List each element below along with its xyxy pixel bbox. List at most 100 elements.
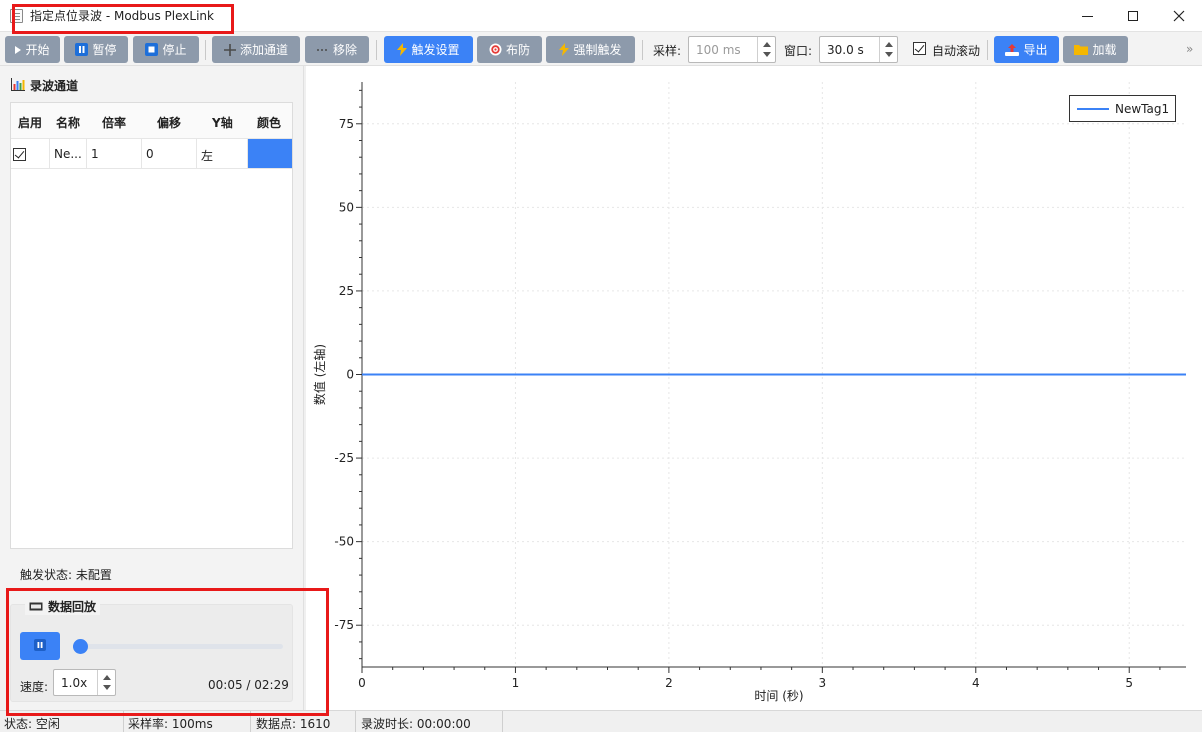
status-separator xyxy=(502,711,503,732)
speed-stepper[interactable] xyxy=(97,670,115,695)
y-tick-label: 25 xyxy=(339,284,354,298)
export-label: 导出 xyxy=(1023,43,1048,57)
status-separator xyxy=(123,711,124,732)
remove-label: 移除 xyxy=(332,43,357,57)
scale-cell[interactable]: 1 xyxy=(87,139,142,169)
x-tick-label: 3 xyxy=(819,676,827,690)
y-tick-label: -50 xyxy=(334,535,354,549)
table-row[interactable]: Ne... 1 0 左 xyxy=(11,139,292,169)
x-tick-label: 4 xyxy=(972,676,980,690)
trigger-settings-label: 触发设置 xyxy=(411,43,460,57)
lightning-icon xyxy=(559,43,570,56)
minimize-button[interactable] xyxy=(1064,0,1110,32)
start-label: 开始 xyxy=(25,43,50,57)
window-stepper[interactable] xyxy=(879,37,897,62)
channels-title: 录波通道 xyxy=(30,79,79,93)
playback-header: 数据回放 xyxy=(25,598,101,615)
window-value: 30.0 s xyxy=(827,43,864,57)
speed-spinbox[interactable]: 1.0x xyxy=(53,669,116,696)
load-button[interactable]: 加载 xyxy=(1063,36,1128,63)
bar-chart-icon xyxy=(11,77,25,94)
folder-icon xyxy=(1074,44,1089,55)
start-button[interactable]: 开始 xyxy=(5,36,60,63)
maximize-icon xyxy=(1128,11,1138,21)
minimize-icon xyxy=(1081,15,1093,17)
status-duration: 录波时长: 00:00:00 xyxy=(361,717,471,731)
force-trigger-button[interactable]: 强制触发 xyxy=(546,36,635,63)
arrow-up-icon xyxy=(885,42,893,47)
play-icon xyxy=(15,45,22,54)
toolbar-overflow-icon[interactable]: » xyxy=(1186,42,1193,56)
sample-value: 100 ms xyxy=(696,43,741,57)
stop-button[interactable]: 停止 xyxy=(133,36,199,63)
sample-spinbox[interactable]: 100 ms xyxy=(688,36,776,63)
arm-button[interactable]: 布防 xyxy=(477,36,542,63)
close-icon xyxy=(1173,10,1185,22)
color-swatch[interactable] xyxy=(248,139,292,168)
playback-slider-handle[interactable] xyxy=(73,639,89,654)
pause-label: 暂停 xyxy=(92,43,117,57)
window-label: 窗口: xyxy=(784,44,813,58)
column-header[interactable]: 名称 xyxy=(56,114,80,131)
auto-scroll-label[interactable]: 自动滚动 xyxy=(932,42,980,59)
arrow-down-icon xyxy=(763,52,771,57)
chart[interactable]: 0 1 2 3 4 5 75 50 25 0 -25 -50 -75 时间 (秒) 数值 (左轴) xyxy=(306,66,1202,710)
arrow-up-icon xyxy=(763,42,771,47)
column-header[interactable]: 倍率 xyxy=(102,114,126,131)
channels-header: 录波通道 xyxy=(11,77,78,94)
export-icon xyxy=(1005,43,1020,56)
toolbar-separator xyxy=(642,40,643,60)
arrow-up-icon xyxy=(103,675,111,680)
column-header[interactable]: 启用 xyxy=(18,114,42,131)
column-header[interactable]: Y轴 xyxy=(212,114,233,131)
window-spinbox[interactable]: 30.0 s xyxy=(819,36,898,63)
close-button[interactable] xyxy=(1156,0,1202,32)
arm-label: 布防 xyxy=(505,43,530,57)
y-tick-label: 0 xyxy=(346,368,354,382)
chart-legend: NewTag1 xyxy=(1069,95,1176,122)
y-axis-label: 数值 (左轴) xyxy=(312,344,327,405)
playback-time: 00:05 / 02:29 xyxy=(208,678,289,692)
enabled-checkbox[interactable] xyxy=(13,148,26,161)
enabled-cell[interactable] xyxy=(11,139,50,169)
load-label: 加载 xyxy=(1092,43,1117,57)
sample-stepper[interactable] xyxy=(757,37,775,62)
pause-button[interactable]: 暂停 xyxy=(64,36,128,63)
toolbar-separator xyxy=(376,40,377,60)
column-header[interactable]: 颜色 xyxy=(257,114,281,131)
maximize-button[interactable] xyxy=(1110,0,1156,32)
name-cell[interactable]: Ne... xyxy=(50,139,87,169)
toolbar: 开始 暂停 停止 添加通道 移除 触发设置 布防 强制触发 采样: 100 ms… xyxy=(0,32,1202,66)
offset-cell[interactable]: 0 xyxy=(142,139,197,169)
export-button[interactable]: 导出 xyxy=(994,36,1059,63)
chart-panel: 0 1 2 3 4 5 75 50 25 0 -25 -50 -75 时间 (秒) 数值 (左轴) NewT… xyxy=(306,66,1202,710)
status-bar: 状态: 空闲 采样率: 100ms 数据点: 1610 录波时长: 00:00:… xyxy=(0,710,1202,732)
auto-scroll-checkbox[interactable] xyxy=(913,42,926,55)
sample-label: 采样: xyxy=(653,44,682,58)
playback-slider[interactable] xyxy=(73,639,283,654)
remove-button[interactable]: 移除 xyxy=(305,36,369,63)
x-tick-label: 1 xyxy=(512,676,520,690)
playback-title: 数据回放 xyxy=(48,600,97,614)
pause-icon xyxy=(75,43,89,56)
app-icon xyxy=(10,9,23,23)
arrow-down-icon xyxy=(103,685,111,690)
x-tick-label: 0 xyxy=(358,676,366,690)
y-tick-label: 50 xyxy=(339,200,354,214)
toolbar-separator xyxy=(987,40,988,60)
add-channel-button[interactable]: 添加通道 xyxy=(212,36,300,63)
trigger-settings-button[interactable]: 触发设置 xyxy=(384,36,473,63)
table-header: 启用 名称 倍率 偏移 Y轴 颜色 xyxy=(11,103,292,139)
column-header[interactable]: 偏移 xyxy=(157,114,181,131)
playback-pause-button[interactable] xyxy=(20,632,60,660)
status-separator xyxy=(355,711,356,732)
legend-label: NewTag1 xyxy=(1115,102,1170,116)
stop-icon xyxy=(145,43,159,56)
legend-swatch xyxy=(1077,108,1109,110)
status-sample-rate: 采样率: 100ms xyxy=(128,717,213,731)
x-axis-label: 时间 (秒) xyxy=(754,689,803,703)
playback-group: 数据回放 速度: 1.0x 00:05 / 02:29 xyxy=(10,598,293,702)
axis-cell[interactable]: 左 xyxy=(197,139,248,169)
force-trigger-label: 强制触发 xyxy=(573,43,622,57)
pause-icon xyxy=(34,638,46,654)
